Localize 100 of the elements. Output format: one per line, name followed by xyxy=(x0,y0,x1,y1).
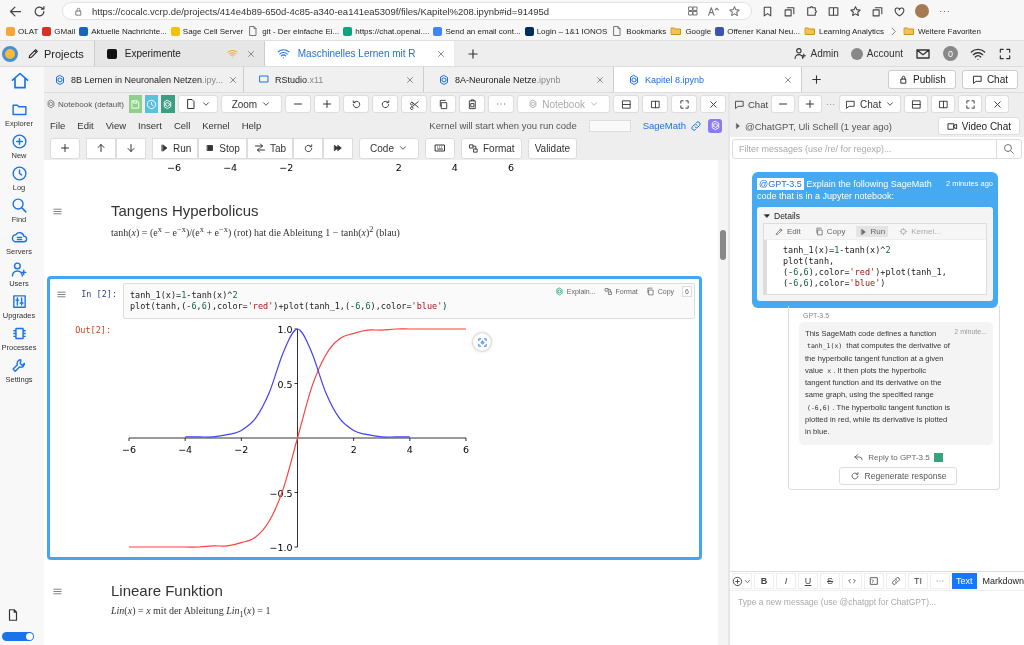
video-chat-button[interactable]: Video Chat xyxy=(937,117,1020,135)
stack-icon[interactable] xyxy=(783,4,796,18)
kernel-name-link[interactable]: SageMath xyxy=(642,120,686,131)
zoom-in-button[interactable] xyxy=(798,95,823,113)
filter-input[interactable]: Filter messages (use /re/ for regexp)... xyxy=(733,140,996,158)
menu-item[interactable]: Cell xyxy=(173,120,191,131)
notification-count[interactable]: 0 xyxy=(943,46,958,61)
drag-handle-icon[interactable] xyxy=(56,289,67,300)
menu-item[interactable]: Insert xyxy=(138,120,162,131)
close-button[interactable] xyxy=(985,95,1010,113)
bookmark-link[interactable]: Sage Cell Server xyxy=(170,26,244,36)
validate-button[interactable]: Validate xyxy=(527,137,578,159)
toggle-switch[interactable] xyxy=(2,632,34,641)
edit-button[interactable]: Edit xyxy=(772,226,804,237)
run-all-button[interactable] xyxy=(323,137,354,159)
menu-item[interactable]: View xyxy=(105,120,127,131)
cell-type-select[interactable]: Code xyxy=(359,137,419,159)
publish-button[interactable]: Publish xyxy=(888,70,956,89)
read-aloud-icon[interactable] xyxy=(707,4,720,18)
close-icon[interactable] xyxy=(245,48,256,59)
bookmark-link[interactable]: Aktuelle Nachrichte... xyxy=(79,26,167,36)
bookmark-link[interactable]: OLAT xyxy=(6,26,39,36)
reply-link[interactable]: Reply to GPT-3.5 xyxy=(853,451,943,463)
close-icon[interactable] xyxy=(227,74,238,85)
format-button[interactable]: U xyxy=(798,573,818,589)
file-menu-button[interactable] xyxy=(177,95,218,113)
focus-icon[interactable] xyxy=(473,333,491,351)
apps-icon[interactable] xyxy=(687,5,699,17)
run-button[interactable]: Run xyxy=(856,226,889,237)
details-toggle[interactable]: Details xyxy=(763,211,987,221)
search-icon[interactable] xyxy=(1003,143,1015,155)
bookmark-link[interactable]: Learning Analytics xyxy=(803,25,884,37)
undo-button[interactable] xyxy=(343,95,370,113)
menu-item[interactable]: File xyxy=(50,120,66,131)
document-icon[interactable] xyxy=(6,608,20,622)
fullscreen-button[interactable] xyxy=(671,95,697,113)
zoom-in-button[interactable] xyxy=(314,95,341,113)
file-tab[interactable]: Kapitel 8.ipynb xyxy=(614,67,802,92)
fullscreen-button[interactable] xyxy=(958,95,983,113)
move-down-button[interactable] xyxy=(116,137,146,159)
thread-title[interactable]: @ChatGPT, Uli Schell (1 year ago) xyxy=(734,120,892,132)
cut-button[interactable] xyxy=(401,95,428,113)
extensions-icon[interactable] xyxy=(805,4,818,18)
reload-icon[interactable] xyxy=(32,3,47,19)
zoom-button[interactable]: Zoom xyxy=(220,95,283,113)
favorites-icon[interactable] xyxy=(849,4,862,18)
chat-menu-button[interactable]: Chat xyxy=(839,95,902,113)
chatgpt-button[interactable] xyxy=(161,95,175,113)
tab-button[interactable]: Tab xyxy=(246,137,294,159)
menu-item[interactable]: Help xyxy=(241,120,262,131)
split-horizontal-button[interactable] xyxy=(613,95,639,113)
bookmark-link[interactable]: GMail xyxy=(42,26,76,36)
home-icon[interactable] xyxy=(10,71,30,91)
format-button[interactable]: B xyxy=(754,573,774,589)
run-button[interactable]: Run xyxy=(152,137,199,159)
insert-menu-button[interactable] xyxy=(732,573,752,589)
split-vertical-button[interactable] xyxy=(642,95,668,113)
split-horizontal-button[interactable] xyxy=(904,95,929,113)
paste-button[interactable] xyxy=(459,95,486,113)
bookmark-link[interactable]: Bookmarks xyxy=(611,25,667,37)
fullscreen-icon[interactable] xyxy=(998,46,1012,61)
admin-button[interactable]: Admin xyxy=(793,47,839,60)
bookmark-link[interactable]: https://chat.openai.... xyxy=(343,26,430,36)
project-tab[interactable]: Maschinelles Lernen mit R xyxy=(263,41,454,66)
regenerate-button[interactable]: Regenerate response xyxy=(838,466,958,485)
terminal-button[interactable] xyxy=(864,573,884,589)
bookmark-link[interactable]: Send an email cont... xyxy=(433,26,521,36)
bookmark-link[interactable]: Offener Kanal Neu... xyxy=(715,26,800,36)
menu-item[interactable]: Kernel xyxy=(202,120,230,131)
filter-field[interactable]: Filter messages (use /re/ for regexp)... xyxy=(732,139,1022,159)
projects-button[interactable]: Projects xyxy=(23,41,94,66)
drag-handle-icon[interactable] xyxy=(52,586,63,597)
split-screen-icon[interactable] xyxy=(827,4,840,18)
format-button[interactable]: S xyxy=(820,573,840,589)
close-icon[interactable] xyxy=(435,48,446,59)
format-button[interactable]: I xyxy=(776,573,796,589)
bookmark-link[interactable]: Google xyxy=(670,25,712,37)
link-button[interactable] xyxy=(886,573,906,589)
zoom-out-button[interactable] xyxy=(771,95,796,113)
split-vertical-button[interactable] xyxy=(931,95,956,113)
favorite-star-icon[interactable] xyxy=(728,4,741,18)
insert-cell-button[interactable] xyxy=(50,137,80,159)
copy-button[interactable]: Copy xyxy=(811,226,849,237)
stop-button[interactable]: Stop xyxy=(198,137,247,159)
close-icon[interactable] xyxy=(595,74,605,85)
move-up-button[interactable] xyxy=(86,137,116,159)
bookmark-icon[interactable] xyxy=(761,4,774,18)
bookmark-link[interactable]: Login – 1&1 IONOS xyxy=(524,26,608,36)
keyboard-button[interactable] xyxy=(424,137,455,159)
bookmark-link[interactable]: Weitere Favoriten xyxy=(902,25,981,37)
collections-icon[interactable] xyxy=(871,4,884,18)
close-icon[interactable] xyxy=(405,74,415,85)
heart-icon[interactable] xyxy=(893,4,906,18)
drag-handle-icon[interactable] xyxy=(52,206,63,217)
chat-button[interactable]: Chat xyxy=(961,70,1018,89)
account-button[interactable]: Account xyxy=(850,47,903,60)
menu-item[interactable]: Edit xyxy=(77,120,94,131)
format-button[interactable]: Format xyxy=(460,137,522,159)
bookmark-link[interactable]: git - Der einfache Ei... xyxy=(247,25,340,37)
mode-tab[interactable]: Text xyxy=(952,573,977,589)
